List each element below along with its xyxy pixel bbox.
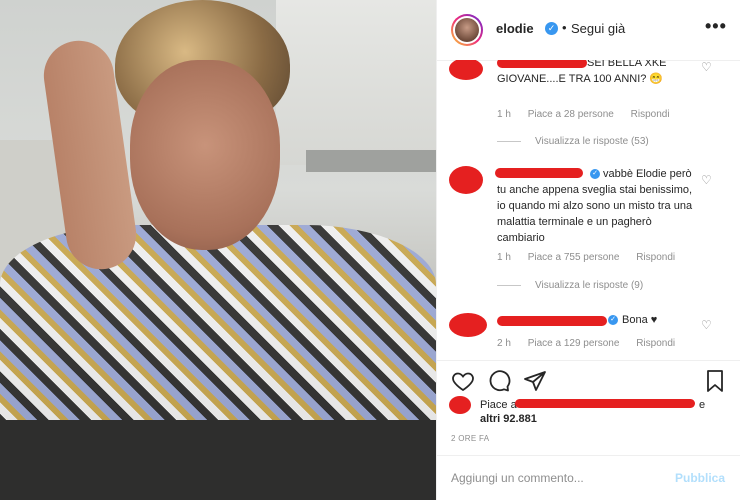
- comment-text: vabbè Elodie però tu anche appena svegli…: [497, 168, 693, 244]
- comment-input[interactable]: Aggiungi un commento...: [451, 471, 584, 485]
- comment-likes[interactable]: Piace a 129 persone: [528, 338, 620, 349]
- comment-meta: 1 h Piace a 28 persone Rispondi: [497, 109, 684, 120]
- reply-button[interactable]: Rispondi: [636, 338, 675, 349]
- table-surface: [0, 420, 436, 500]
- post-side-panel: elodie ✓ • Segui già ••• SEI BELLA XKE G…: [436, 0, 740, 500]
- likes-count[interactable]: altri 92.881: [480, 413, 537, 425]
- verified-badge-icon: ✓: [608, 315, 618, 325]
- redacted-username: [497, 316, 607, 326]
- post-header: elodie ✓ • Segui già •••: [437, 0, 740, 61]
- post-actions: [437, 360, 740, 401]
- commenter-avatar[interactable]: [449, 313, 487, 337]
- save-bookmark-icon[interactable]: [703, 369, 727, 393]
- view-replies-label[interactable]: Visualizza le risposte (9): [535, 280, 643, 291]
- likes-prefix: Piace a: [480, 399, 517, 411]
- author-username[interactable]: elodie: [496, 21, 534, 36]
- kitchen-cabinet: [276, 0, 436, 165]
- post-photo[interactable]: [0, 0, 436, 500]
- comment-bubble-icon[interactable]: [487, 369, 511, 393]
- patterned-robe: [0, 225, 436, 425]
- like-comment-heart-icon[interactable]: ♡: [701, 173, 712, 187]
- view-replies-label[interactable]: Visualizza le risposte (53): [535, 136, 649, 147]
- author-avatar[interactable]: [451, 14, 483, 46]
- comment-time: 2 h: [497, 338, 511, 349]
- more-options-icon[interactable]: •••: [705, 16, 727, 37]
- comment-text: Bona ♥: [622, 314, 658, 326]
- commenter-avatar[interactable]: [449, 166, 483, 194]
- commenter-avatar[interactable]: [449, 60, 483, 80]
- share-send-icon[interactable]: [523, 369, 547, 393]
- publish-button[interactable]: Pubblica: [675, 471, 725, 485]
- separator-dot: •: [562, 20, 567, 35]
- kitchen-hood: [306, 150, 436, 172]
- like-comment-heart-icon[interactable]: ♡: [701, 60, 712, 74]
- view-replies[interactable]: Visualizza le risposte (9): [497, 280, 643, 291]
- likes-conjunction: e: [699, 399, 706, 411]
- reply-button[interactable]: Rispondi: [631, 109, 670, 120]
- comment-time: 1 h: [497, 252, 511, 263]
- following-button[interactable]: Segui già: [571, 21, 625, 36]
- comment-likes[interactable]: Piace a 28 persone: [528, 109, 614, 120]
- comment-meta: 2 h Piace a 129 persone Rispondi: [497, 338, 689, 349]
- likes-summary: Piace a e altri 92.881: [437, 396, 740, 432]
- comment-likes[interactable]: Piace a 755 persone: [528, 252, 620, 263]
- verified-badge-icon: ✓: [545, 22, 558, 35]
- face: [130, 60, 280, 250]
- comment-time: 1 h: [497, 109, 511, 120]
- post-timestamp[interactable]: 2 ORE FA: [451, 434, 489, 443]
- like-heart-icon[interactable]: [451, 369, 475, 393]
- comments-list[interactable]: SEI BELLA XKE GIOVANE....E TRA 100 ANNI?…: [437, 60, 740, 360]
- comment-text: SEI BELLA XKE GIOVANE....E TRA 100 ANNI?…: [497, 60, 667, 85]
- liker-avatar[interactable]: [449, 396, 471, 414]
- view-replies[interactable]: Visualizza le risposte (53): [497, 136, 649, 147]
- comment-meta: 1 h Piace a 755 persone Rispondi: [497, 252, 689, 263]
- redacted-liker-name: [515, 399, 695, 408]
- reply-button[interactable]: Rispondi: [636, 252, 675, 263]
- add-comment-bar: Aggiungi un commento... Pubblica: [437, 455, 740, 501]
- like-comment-heart-icon[interactable]: ♡: [701, 318, 712, 332]
